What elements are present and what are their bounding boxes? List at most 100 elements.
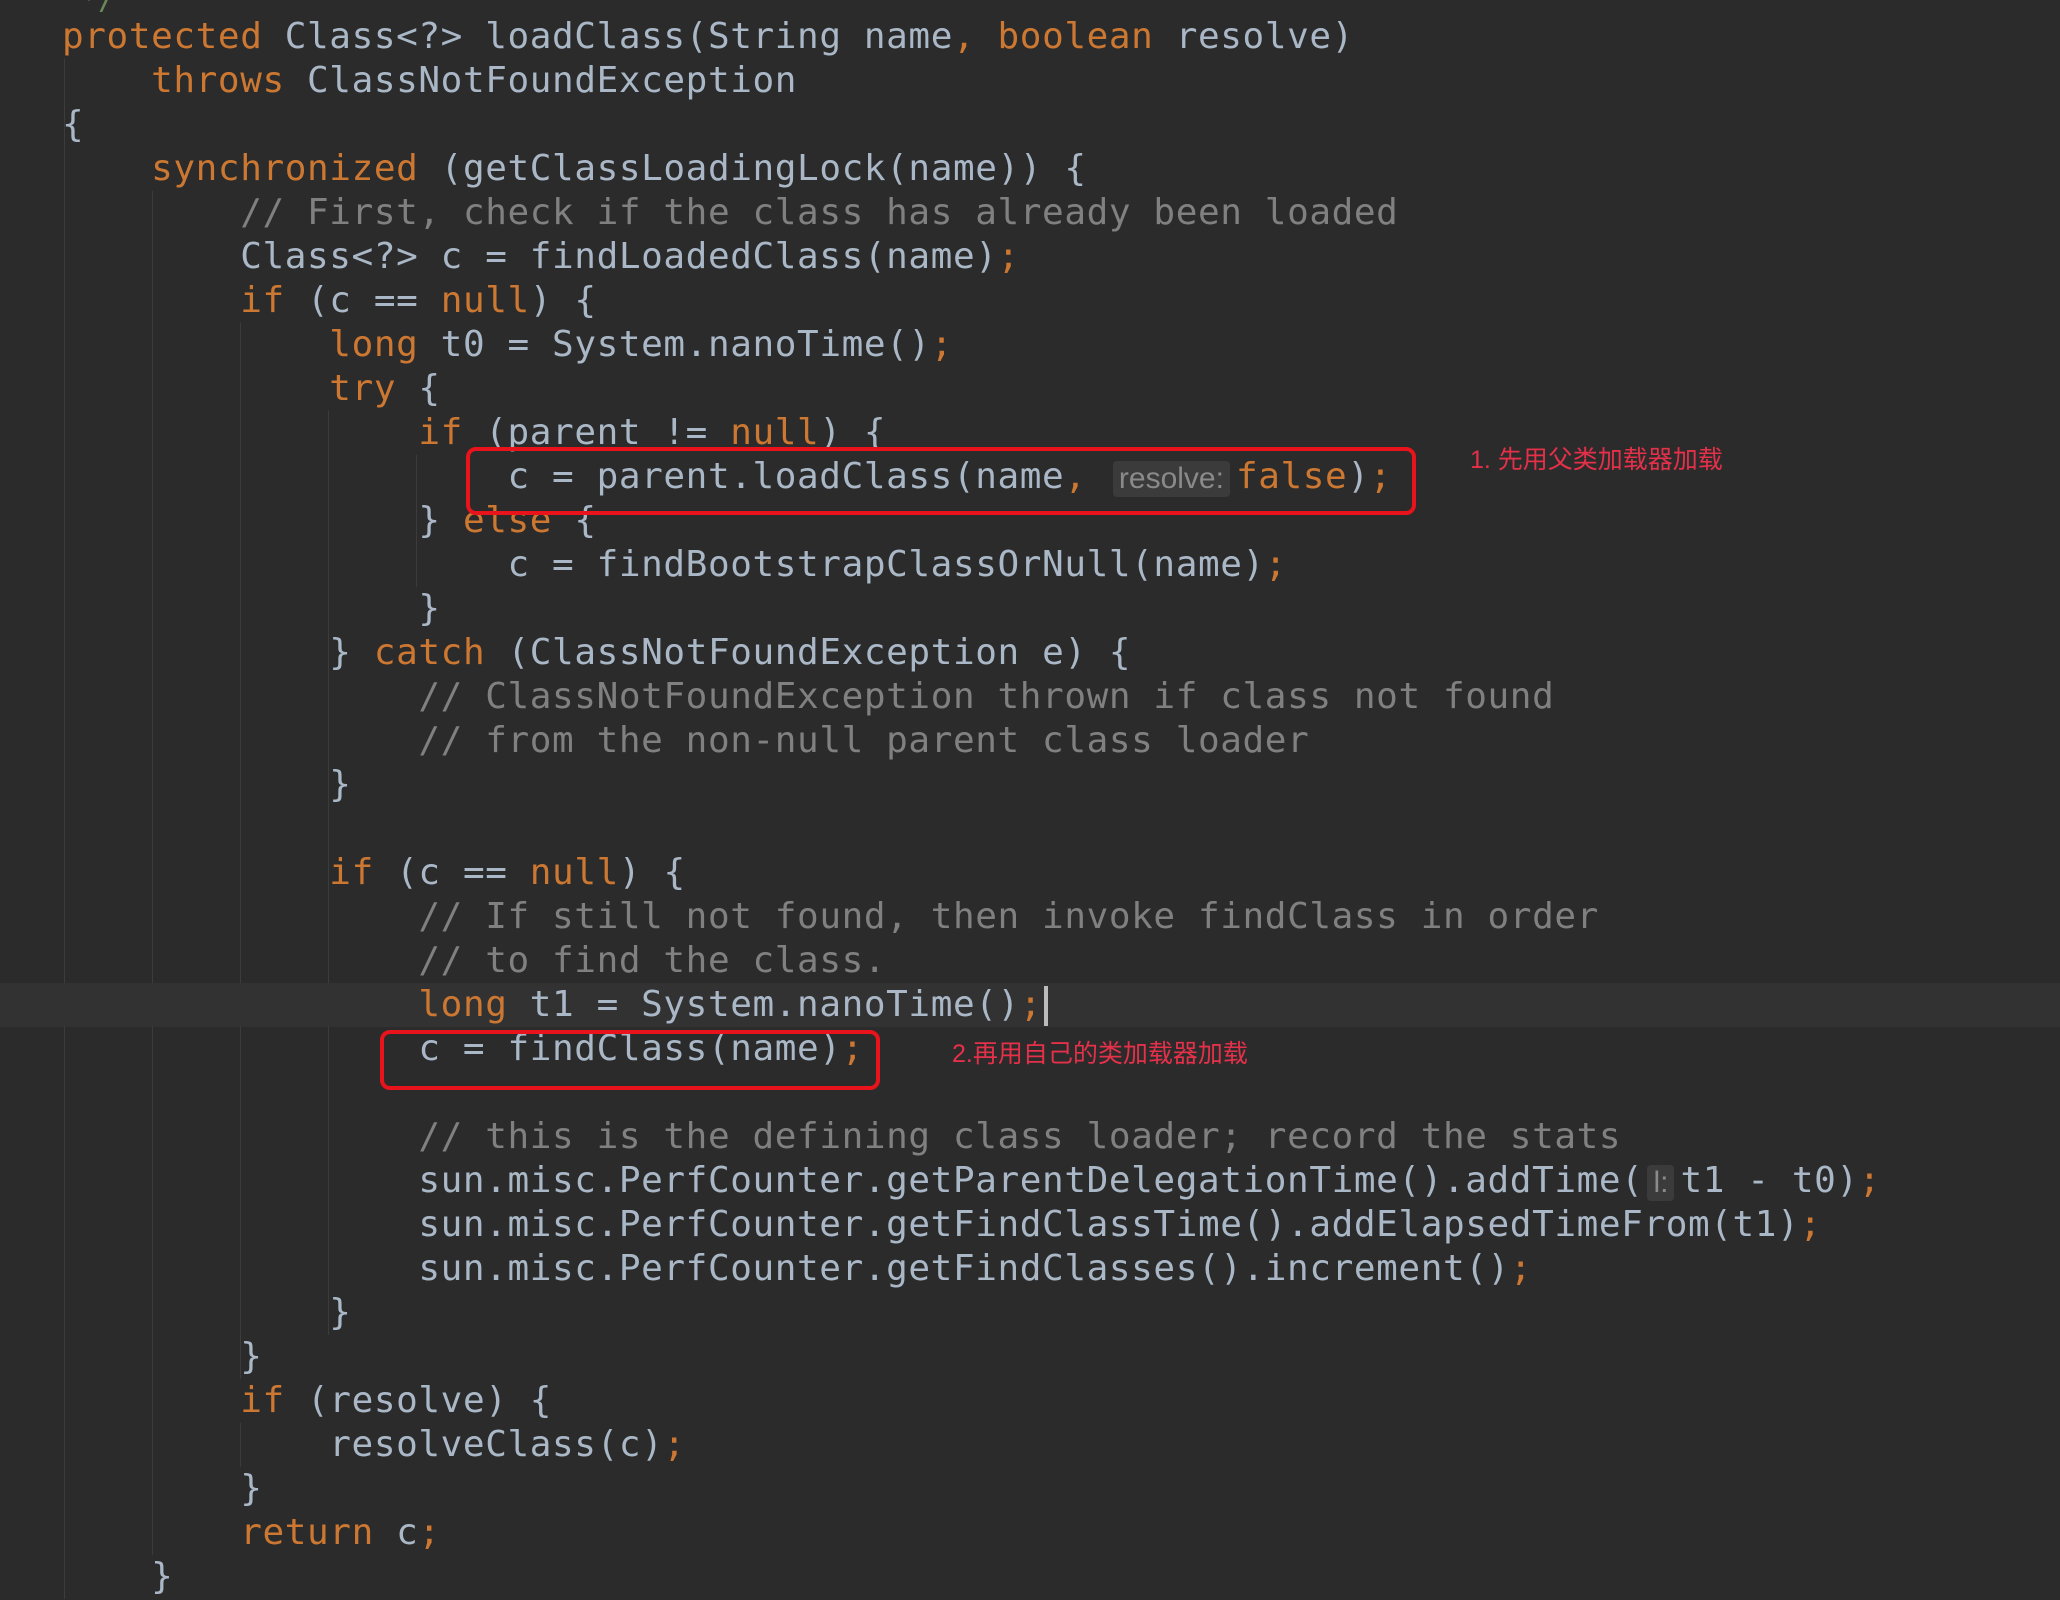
code-line[interactable]: if (resolve) { (0, 1379, 2060, 1423)
code-line[interactable] (0, 1071, 2060, 1115)
code-token: } (62, 588, 441, 629)
code-token: resolveClass(c) (62, 1424, 664, 1465)
code-token: } (62, 632, 374, 673)
code-line[interactable]: sun.misc.PerfCounter.getFindClasses().in… (0, 1247, 2060, 1291)
code-token: t1 = System.nanoTime() (529, 984, 1020, 1025)
code-line[interactable]: } (0, 1291, 2060, 1335)
code-token: } (62, 500, 463, 541)
code-line[interactable]: return c; (0, 1511, 2060, 1555)
code-line[interactable]: // If still not found, then invoke findC… (0, 895, 2060, 939)
code-token: Class<?> loadClass(String name (284, 16, 953, 57)
code-line[interactable]: if (c == null) { (0, 279, 2060, 323)
code-line[interactable]: sun.misc.PerfCounter.getParentDelegation… (0, 1159, 2060, 1203)
comment-token: // ClassNotFoundException thrown if clas… (418, 676, 1555, 717)
keyword-token: ; (1858, 1160, 1881, 1201)
code-token: t1 - t0) (1680, 1160, 1859, 1201)
code-text: } (62, 763, 352, 807)
code-line[interactable]: if (c == null) { (0, 851, 2060, 895)
keyword-token: ; (1509, 1248, 1533, 1289)
highlight-box-parent-load (466, 447, 1416, 515)
keyword-token: protected (62, 16, 285, 57)
code-line[interactable]: resolveClass(c); (0, 1423, 2060, 1467)
code-token: (resolve) { (307, 1380, 553, 1421)
code-text: protected Class<?> loadClass(String name… (62, 15, 1354, 59)
code-line[interactable]: synchronized (getClassLoadingLock(name))… (0, 147, 2060, 191)
comment-token: // this is the defining class loader; re… (418, 1116, 1622, 1157)
code-line[interactable]: c = findBootstrapClassOrNull(name); (0, 543, 2060, 587)
code-editor[interactable]: */ protected Class<?> loadClass(String n… (0, 0, 2060, 1600)
code-text: sun.misc.PerfCounter.getFindClasses().in… (62, 1247, 1532, 1291)
keyword-token: ; (663, 1424, 686, 1465)
code-line[interactable]: Class<?> c = findLoadedClass(name); (0, 235, 2060, 279)
keyword-token: ; (1264, 544, 1288, 585)
keyword-token: ; (930, 324, 953, 365)
keyword-token: null (529, 852, 619, 893)
code-token: sun.misc.PerfCounter.getFindClassTime().… (62, 1204, 1800, 1245)
keyword-token: if (240, 280, 308, 321)
code-token: ) { (618, 852, 686, 893)
keyword-token: long (418, 984, 530, 1025)
code-text: if (c == null) { (62, 851, 686, 895)
code-line[interactable]: } (0, 1335, 2060, 1379)
code-token: (ClassNotFoundException e) { (507, 632, 1132, 673)
code-line[interactable]: // ClassNotFoundException thrown if clas… (0, 675, 2060, 719)
keyword-token: ; (1019, 984, 1043, 1025)
code-line[interactable]: long t0 = System.nanoTime(); (0, 323, 2060, 367)
keyword-token: null (440, 280, 530, 321)
comment-token: // First, check if the class has already… (240, 192, 1399, 233)
code-line[interactable] (0, 807, 2060, 851)
code-line[interactable]: // to find the class. (0, 939, 2060, 983)
code-text: } catch (ClassNotFoundException e) { (62, 631, 1131, 675)
code-token: t0 = System.nanoTime() (440, 324, 931, 365)
code-line[interactable]: // First, check if the class has already… (0, 191, 2060, 235)
code-text: { (62, 103, 84, 147)
code-text: c = findBootstrapClassOrNull(name); (62, 543, 1287, 587)
code-text: } (62, 1335, 262, 1379)
code-line[interactable]: } (0, 1555, 2060, 1599)
code-text: } (62, 1467, 262, 1511)
highlight-box-find-class (380, 1030, 880, 1090)
code-line[interactable]: // from the non-null parent class loader (0, 719, 2060, 763)
code-token: } (62, 1556, 174, 1597)
code-token: (c == (396, 852, 530, 893)
text-caret (1044, 986, 1049, 1026)
code-line[interactable]: try { (0, 367, 2060, 411)
code-text: } (62, 587, 441, 631)
code-text: } (62, 1291, 352, 1335)
code-line[interactable]: // this is the defining class loader; re… (0, 1115, 2060, 1159)
code-token: { (418, 368, 441, 409)
code-text: // ClassNotFoundException thrown if clas… (62, 675, 1554, 719)
code-token: } (62, 764, 352, 805)
code-line[interactable]: { (0, 103, 2060, 147)
code-line[interactable]: throws ClassNotFoundException (0, 59, 2060, 103)
keyword-token: try (329, 368, 419, 409)
code-line[interactable]: } (0, 587, 2060, 631)
comment-token: // from the non-null parent class loader (418, 720, 1310, 761)
code-line[interactable]: } (0, 1467, 2060, 1511)
code-token: ) { (529, 280, 597, 321)
code-text: if (c == null) { (62, 279, 597, 323)
code-line[interactable]: } catch (ClassNotFoundException e) { (0, 631, 2060, 675)
code-text: // from the non-null parent class loader (62, 719, 1309, 763)
keyword-token: , boolean (952, 16, 1176, 57)
code-text: if (resolve) { (62, 1379, 552, 1423)
keyword-token: long (329, 324, 441, 365)
keyword-token: return (240, 1512, 397, 1553)
code-line[interactable]: long t1 = System.nanoTime(); (0, 983, 2060, 1027)
keyword-token: throws (151, 60, 308, 101)
code-line[interactable]: sun.misc.PerfCounter.getFindClassTime().… (0, 1203, 2060, 1247)
code-line[interactable]: } (0, 763, 2060, 807)
code-line[interactable]: protected Class<?> loadClass(String name… (0, 15, 2060, 59)
code-text: long t1 = System.nanoTime(); (62, 983, 1049, 1027)
keyword-token: catch (373, 632, 508, 673)
